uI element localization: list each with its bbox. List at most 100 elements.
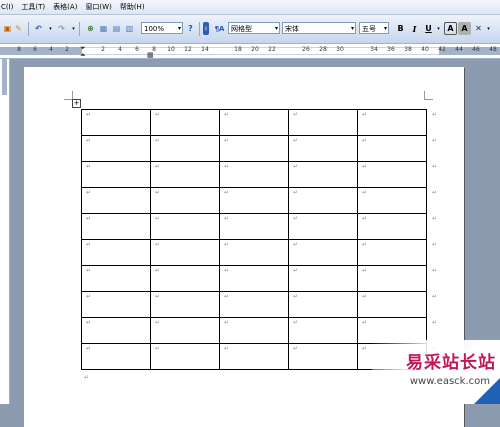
ruler-label: 18 bbox=[234, 46, 242, 53]
menu-item-partial[interactable]: C(I) bbox=[1, 3, 13, 11]
table-cell[interactable]: ↵ bbox=[219, 187, 289, 214]
table-cell[interactable]: ↵ bbox=[357, 161, 427, 188]
table-cell[interactable]: ↵ bbox=[288, 291, 358, 318]
table-cell[interactable]: ↵ bbox=[150, 291, 220, 318]
character-border-button[interactable]: A bbox=[444, 22, 457, 35]
table-cell[interactable]: ↵ bbox=[288, 187, 358, 214]
cell-end-mark: ↵ bbox=[86, 267, 92, 274]
cell-end-mark: ↵ bbox=[155, 189, 161, 196]
table-cell[interactable]: ↵ bbox=[288, 265, 358, 292]
table-cell[interactable]: ↵ bbox=[150, 239, 220, 266]
table-cell[interactable]: ↵ bbox=[357, 135, 427, 162]
table-cell[interactable]: ↵ bbox=[150, 343, 220, 370]
table-cell[interactable]: ↵ bbox=[219, 161, 289, 188]
table-cell[interactable]: ↵ bbox=[81, 343, 151, 370]
table-cell[interactable]: ↵ bbox=[81, 239, 151, 266]
scaling-dropdown-icon[interactable]: ▾ bbox=[482, 22, 495, 35]
table-cell[interactable]: ↵ bbox=[219, 109, 289, 136]
table-cell[interactable]: ↵ bbox=[150, 265, 220, 292]
table-cell[interactable]: ↵ bbox=[81, 109, 151, 136]
table-cell[interactable]: ↵ bbox=[150, 187, 220, 214]
table-cell[interactable]: ↵ bbox=[81, 317, 151, 344]
table-cell[interactable]: ↵ bbox=[288, 135, 358, 162]
ruler-label: 28 bbox=[319, 46, 327, 53]
ruler-label: 40 bbox=[421, 46, 429, 53]
table-cell[interactable]: ↵ bbox=[357, 291, 427, 318]
table-cell[interactable]: ↵ bbox=[219, 317, 289, 344]
menu-item-tools[interactable]: 工具(T) bbox=[21, 2, 45, 12]
menu-item-window[interactable]: 窗口(W) bbox=[85, 2, 111, 12]
vertical-ruler[interactable] bbox=[0, 59, 10, 404]
font-combo[interactable]: 宋体 ▾ bbox=[282, 22, 356, 34]
table-cell[interactable]: ↵ bbox=[357, 265, 427, 292]
columns-icon[interactable]: ▥ bbox=[123, 22, 136, 35]
insert-table-icon[interactable]: ▤ bbox=[110, 22, 123, 35]
table-cell[interactable]: ↵ bbox=[150, 213, 220, 240]
style-value: 网格型 bbox=[231, 25, 252, 33]
table-cell[interactable]: ↵ bbox=[219, 135, 289, 162]
font-size-combo[interactable]: 五号 ▾ bbox=[359, 22, 389, 34]
menu-item-help[interactable]: 帮助(H) bbox=[120, 2, 145, 12]
row-end-mark: ↵ bbox=[432, 163, 438, 170]
table-cell[interactable]: ↵ bbox=[219, 239, 289, 266]
table-cell[interactable]: ↵ bbox=[81, 135, 151, 162]
table-cell[interactable]: ↵ bbox=[150, 161, 220, 188]
table-cell[interactable]: ↵ bbox=[150, 135, 220, 162]
character-shading-button[interactable]: A bbox=[458, 22, 471, 35]
table-row: ↵ ↵ ↵ ↵ ↵ bbox=[81, 161, 427, 188]
table-cell[interactable]: ↵ bbox=[150, 109, 220, 136]
table-row: ↵ ↵ ↵ ↵ ↵ bbox=[81, 109, 427, 136]
table-cell[interactable]: ↵ bbox=[81, 213, 151, 240]
cell-end-mark: ↵ bbox=[155, 137, 161, 144]
watermark-title: 易采站长站 bbox=[406, 353, 496, 373]
cell-end-mark: ↵ bbox=[362, 241, 368, 248]
table-cell[interactable]: ↵ bbox=[288, 213, 358, 240]
help-icon[interactable]: ? bbox=[184, 22, 197, 35]
cell-end-mark: ↵ bbox=[293, 215, 299, 222]
menu-item-table[interactable]: 表格(A) bbox=[53, 2, 77, 12]
table-cell[interactable]: ↵ bbox=[219, 213, 289, 240]
horizontal-ruler[interactable]: 8 6 4 2 2 4 6 8 10 12 14 18 20 22 26 28 … bbox=[0, 44, 500, 59]
tables-borders-icon[interactable]: ▦ bbox=[97, 22, 110, 35]
table-cell[interactable]: ↵ bbox=[288, 161, 358, 188]
table-cell[interactable]: ↵ bbox=[357, 239, 427, 266]
ruler-margin-left bbox=[0, 47, 82, 55]
table-cell[interactable]: ↵ bbox=[81, 291, 151, 318]
row-end-mark: ↵ bbox=[432, 267, 438, 274]
table-move-handle-icon[interactable]: + bbox=[72, 99, 81, 108]
table-cell[interactable]: ↵ bbox=[288, 239, 358, 266]
table-cell[interactable]: ↵ bbox=[357, 109, 427, 136]
hyperlink-icon[interactable]: ⊕ bbox=[84, 22, 97, 35]
cell-end-mark: ↵ bbox=[155, 345, 161, 352]
table-cell[interactable]: ↵ bbox=[288, 343, 358, 370]
format-painter-icon[interactable]: ✎ bbox=[12, 22, 25, 35]
table-cell[interactable]: ↵ bbox=[219, 265, 289, 292]
column-marker[interactable]: ▦ bbox=[147, 51, 154, 59]
toolbar-separator bbox=[28, 22, 29, 36]
row-end-mark: ↵ bbox=[432, 137, 438, 144]
font-size-value: 五号 bbox=[362, 25, 376, 33]
table-cell[interactable]: ↵ bbox=[357, 213, 427, 240]
cell-end-mark: ↵ bbox=[86, 189, 92, 196]
table-cell[interactable]: ↵ bbox=[150, 317, 220, 344]
table-cell[interactable]: ↵ bbox=[219, 343, 289, 370]
cell-end-mark: ↵ bbox=[224, 215, 230, 222]
cell-end-mark: ↵ bbox=[362, 319, 368, 326]
ruler-label: 44 bbox=[455, 46, 463, 53]
table-cell[interactable]: ↵ bbox=[219, 291, 289, 318]
toolbar-handle-icon[interactable]: ⋮ bbox=[203, 22, 209, 35]
table-cell[interactable]: ↵ bbox=[81, 265, 151, 292]
table-cell[interactable]: ↵ bbox=[288, 109, 358, 136]
bold-button[interactable]: B bbox=[394, 22, 407, 35]
italic-button[interactable]: I bbox=[408, 22, 421, 35]
table-cell[interactable]: ↵ bbox=[288, 317, 358, 344]
styles-icon[interactable]: ¶A bbox=[213, 22, 226, 35]
cell-end-mark: ↵ bbox=[155, 111, 161, 118]
document-table[interactable]: ↵ ↵ ↵ ↵ ↵ ↵ ↵ ↵ ↵ ↵ ↵ ↵ ↵ ↵ ↵ ↵ ↵ ↵ ↵ ↵ ↵ ↵ ↵ ↵ ↵ ↵ ↵ ↵ ↵ ↵ ↵ ↵ ↵ ↵ ↵ ↵ ↵ ↵ ↵ ↵… bbox=[81, 109, 427, 370]
cell-end-mark: ↵ bbox=[224, 111, 230, 118]
table-cell[interactable]: ↵ bbox=[81, 161, 151, 188]
style-combo[interactable]: 网格型 ▾ bbox=[228, 22, 280, 34]
table-cell[interactable]: ↵ bbox=[81, 187, 151, 214]
zoom-combo[interactable]: 100% ▾ bbox=[141, 22, 183, 34]
table-cell[interactable]: ↵ bbox=[357, 187, 427, 214]
